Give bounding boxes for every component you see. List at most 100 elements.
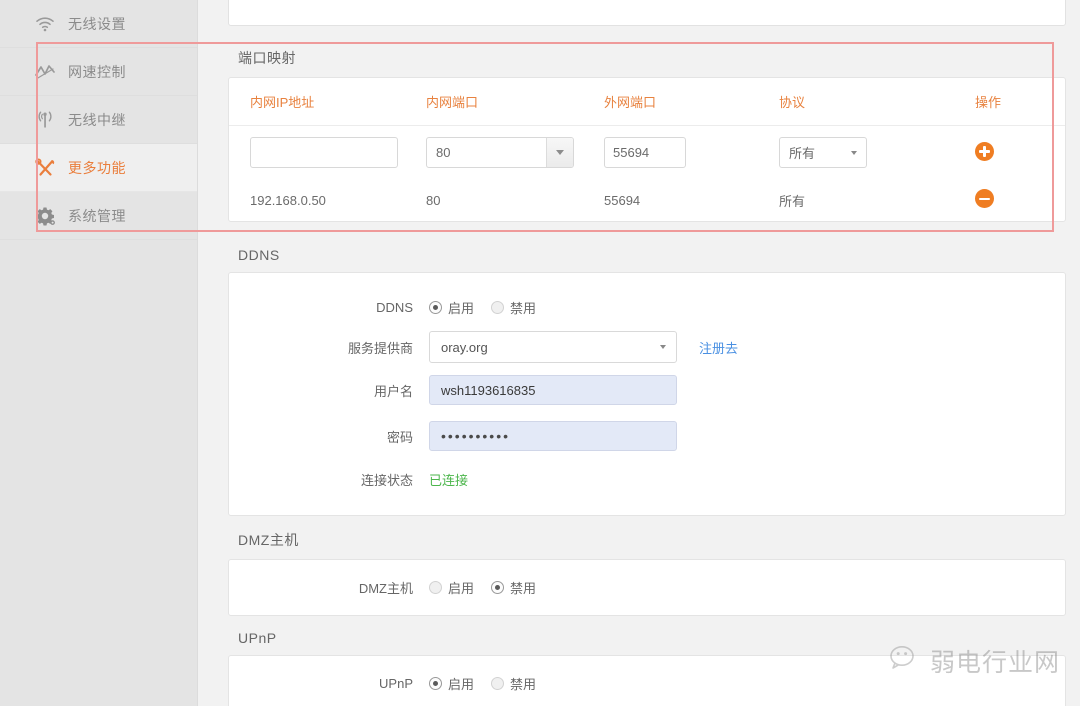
sidebar-item-wireless-repeater[interactable]: 无线中继 [0, 96, 197, 144]
ddns-enable-row: DDNS 启用 禁用 [229, 287, 1065, 327]
lan-ip-input[interactable] [250, 137, 398, 168]
port-mapping-header-row: 内网IP地址 内网端口 外网端口 协议 操作 [229, 78, 1065, 126]
ddns-password-input[interactable] [429, 421, 677, 451]
chevron-down-icon [660, 345, 666, 349]
radio-on-icon [491, 581, 504, 594]
ddns-provider-control: oray.org 注册去 [429, 331, 738, 363]
upnp-radio-disable-label: 禁用 [510, 674, 536, 693]
remove-rule-button[interactable] [975, 189, 994, 208]
ddns-username-control [429, 375, 677, 405]
ddns-enable-control: 启用 禁用 [429, 298, 553, 317]
chevron-down-icon [851, 151, 857, 155]
dmz-radio-enable-label: 启用 [448, 578, 474, 597]
wan-port-cell [604, 137, 779, 168]
radio-off-icon [491, 301, 504, 314]
ddns-password-row: 密码 [229, 413, 1065, 459]
sidebar: 无线设置 网速控制 无线中继 [0, 0, 198, 706]
lan-ip-cell [250, 137, 426, 168]
lan-port-combobox[interactable]: 80 [426, 137, 574, 168]
tools-icon [34, 157, 56, 179]
dmz-row-label: DMZ主机 [229, 578, 429, 597]
protocol-value: 所有 [780, 143, 815, 162]
dmz-section: DMZ主机 DMZ主机 启用 禁用 [228, 530, 1066, 616]
antenna-icon [34, 109, 56, 131]
upnp-radio-enable-label: 启用 [448, 674, 474, 693]
ddns-register-link[interactable]: 注册去 [699, 338, 738, 357]
ddns-status-control: 已连接 [429, 470, 468, 489]
protocol-cell: 所有 [779, 137, 975, 168]
radio-off-icon [429, 581, 442, 594]
add-rule-button[interactable] [975, 142, 994, 161]
sidebar-item-label: 无线设置 [68, 14, 126, 34]
protocol-select[interactable]: 所有 [779, 137, 867, 168]
ddns-radio-disable-label: 禁用 [510, 298, 536, 317]
ddns-provider-label: 服务提供商 [229, 338, 429, 357]
dmz-control: 启用 禁用 [429, 578, 553, 597]
column-header-wan-port: 外网端口 [604, 92, 779, 111]
sidebar-item-wireless-settings[interactable]: 无线设置 [0, 0, 197, 48]
dmz-radio-disable[interactable]: 禁用 [491, 578, 536, 597]
ddns-username-input[interactable] [429, 375, 677, 405]
speed-chart-icon [34, 61, 56, 83]
dmz-radio-group: 启用 禁用 [429, 578, 553, 597]
sidebar-item-label: 网速控制 [68, 62, 126, 82]
upnp-panel: UPnP 启用 禁用 [228, 655, 1066, 706]
column-header-protocol: 协议 [779, 92, 975, 111]
ddns-section: DDNS DDNS 启用 禁用 [228, 247, 1066, 516]
column-header-lan-port: 内网端口 [426, 92, 604, 111]
row-lan-port: 80 [426, 193, 604, 208]
sidebar-item-speed-control[interactable]: 网速控制 [0, 48, 197, 96]
page-root: 无线设置 网速控制 无线中继 [0, 0, 1080, 706]
ddns-radio-enable[interactable]: 启用 [429, 298, 474, 317]
radio-on-icon [429, 677, 442, 690]
sidebar-item-label: 系统管理 [68, 206, 126, 226]
ddns-radio-enable-label: 启用 [448, 298, 474, 317]
upnp-radio-disable[interactable]: 禁用 [491, 674, 536, 693]
upnp-radio-enable[interactable]: 启用 [429, 674, 474, 693]
column-header-lan-ip: 内网IP地址 [250, 92, 426, 111]
ddns-panel: DDNS 启用 禁用 [228, 272, 1066, 516]
action-cell [975, 142, 1055, 164]
dmz-title: DMZ主机 [228, 530, 1066, 559]
upnp-row: UPnP 启用 禁用 [229, 674, 553, 693]
status-badge: 已连接 [429, 470, 468, 489]
content-area: 端口映射 内网IP地址 内网端口 外网端口 协议 操作 80 [199, 0, 1080, 706]
ddns-provider-value: oray.org [430, 340, 488, 355]
previous-panel-partial [228, 0, 1066, 26]
wan-port-input[interactable] [604, 137, 686, 168]
row-lan-ip: 192.168.0.50 [250, 193, 426, 208]
lan-port-cell: 80 [426, 137, 604, 168]
ddns-provider-select[interactable]: oray.org [429, 331, 677, 363]
chevron-down-icon [556, 150, 564, 155]
ddns-username-label: 用户名 [229, 381, 429, 400]
ddns-status-label: 连接状态 [229, 470, 429, 489]
dmz-panel: DMZ主机 启用 禁用 [228, 559, 1066, 616]
lan-port-dropdown-button[interactable] [546, 138, 573, 167]
upnp-section: UPnP UPnP 启用 禁用 [228, 630, 1066, 706]
lan-port-value: 80 [427, 145, 450, 160]
gear-icon [34, 205, 56, 227]
upnp-control: 启用 禁用 [429, 674, 553, 693]
row-wan-port: 55694 [604, 193, 779, 208]
row-protocol: 所有 [779, 191, 975, 210]
radio-off-icon [491, 677, 504, 690]
sidebar-item-more-functions[interactable]: 更多功能 [0, 144, 197, 192]
dmz-radio-disable-label: 禁用 [510, 578, 536, 597]
radio-on-icon [429, 301, 442, 314]
sidebar-item-system-management[interactable]: 系统管理 [0, 192, 197, 240]
upnp-title: UPnP [228, 630, 1066, 655]
ddns-provider-row: 服务提供商 oray.org 注册去 [229, 327, 1065, 367]
dmz-radio-enable[interactable]: 启用 [429, 578, 474, 597]
sidebar-item-label: 更多功能 [68, 158, 126, 178]
port-mapping-title: 端口映射 [228, 48, 1066, 77]
table-row: 192.168.0.50 80 55694 所有 [229, 179, 1065, 221]
ddns-password-control [429, 421, 677, 451]
column-header-action: 操作 [975, 92, 1055, 111]
ddns-radio-disable[interactable]: 禁用 [491, 298, 536, 317]
upnp-row-label: UPnP [229, 676, 429, 691]
sidebar-item-label: 无线中继 [68, 110, 126, 130]
ddns-status-row: 连接状态 已连接 [229, 459, 1065, 499]
dmz-row: DMZ主机 启用 禁用 [229, 578, 553, 597]
wifi-icon [34, 13, 56, 35]
ddns-username-row: 用户名 [229, 367, 1065, 413]
